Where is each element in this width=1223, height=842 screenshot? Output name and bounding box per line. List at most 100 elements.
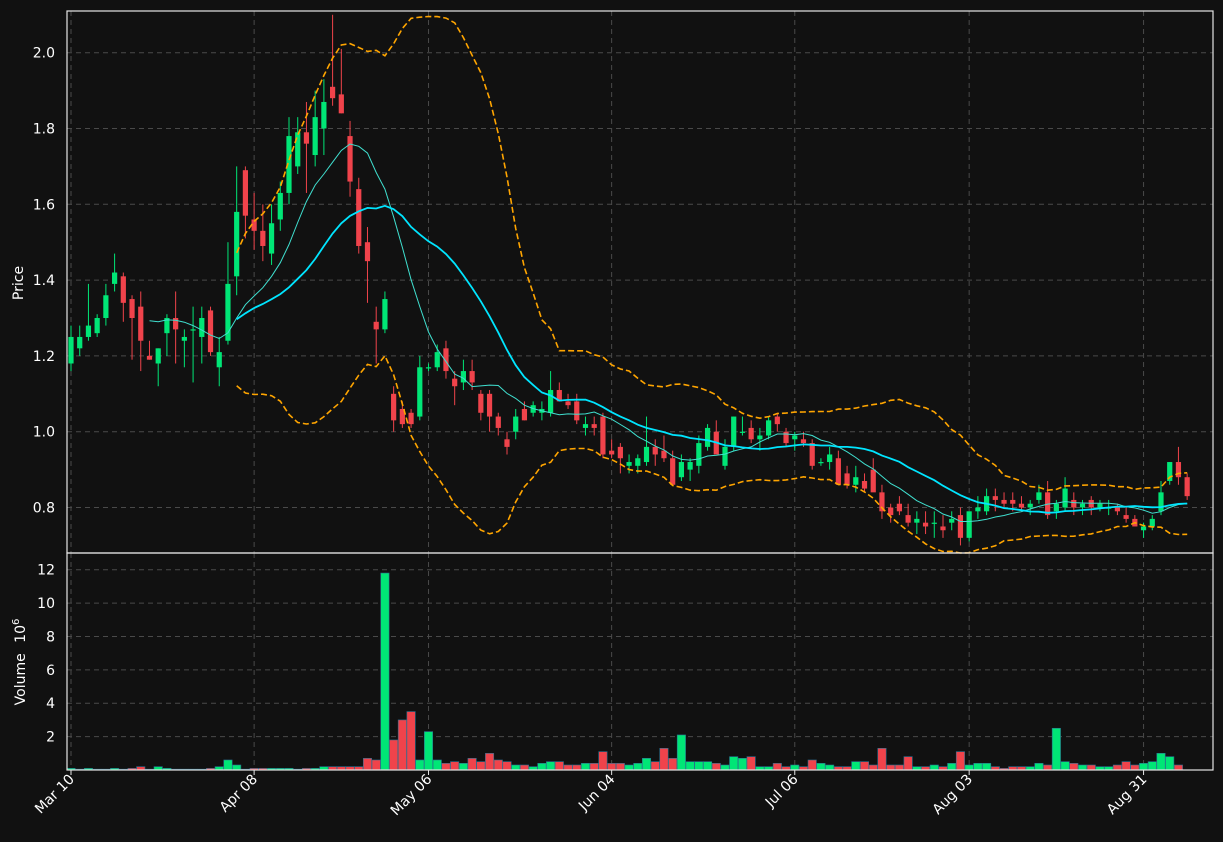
candle-body (1140, 526, 1147, 531)
volume-bar (1139, 763, 1149, 771)
candle-body (774, 416, 780, 425)
candle-body (434, 352, 440, 368)
price-tick-label: 1.2 (33, 349, 55, 365)
price-axis-label: Price (11, 266, 27, 300)
candle-body (1062, 488, 1068, 508)
candle-body (103, 295, 109, 319)
price-tick-label: 1.8 (33, 121, 55, 137)
candle-body (574, 401, 580, 421)
candle-body (504, 439, 510, 447)
candle-body (853, 477, 859, 485)
candle-body (652, 446, 658, 455)
volume-bar (964, 764, 974, 771)
candle-body (565, 401, 571, 406)
candle-body (582, 424, 589, 428)
volume-bar (685, 761, 695, 771)
candle-body (469, 371, 475, 383)
volume-bar (1130, 764, 1140, 771)
volume-bar (580, 763, 590, 771)
volume-bar (642, 758, 652, 771)
candle-body (844, 473, 850, 485)
candle-body (905, 515, 911, 523)
candle-body (739, 431, 746, 433)
volume-bar (729, 756, 739, 771)
volume-bar (624, 764, 634, 771)
candle-body (643, 446, 650, 463)
candle-body (591, 424, 597, 428)
volume-bar (232, 764, 242, 771)
price-tick-label: 1.0 (33, 425, 55, 441)
volume-tick-label: 12 (37, 563, 55, 579)
candle-body (609, 450, 615, 455)
candle-body (521, 408, 528, 421)
candle-body (356, 189, 362, 246)
candle-body (1123, 515, 1129, 519)
candle-body (338, 94, 344, 114)
candle-body (1184, 477, 1190, 497)
candle-body (268, 223, 275, 254)
candle-body (931, 522, 937, 524)
volume-bar (973, 763, 983, 771)
candle-body (94, 318, 100, 334)
candle-body (77, 336, 83, 349)
candle-body (1036, 492, 1042, 500)
candle-body (1010, 499, 1016, 504)
volume-bar (825, 764, 835, 771)
volume-bar (362, 758, 372, 771)
volume-bar (572, 764, 582, 771)
volume-bar (485, 753, 495, 771)
volume-bar (511, 764, 521, 771)
volume-bar (903, 756, 913, 771)
candlestick-chart: 0.81.01.21.41.61.82.024681012Mar 10 Apr 0… (0, 0, 1223, 842)
candle-body (870, 469, 876, 493)
candle-body (670, 458, 676, 485)
candle-body (207, 310, 214, 353)
volume-bar (737, 758, 747, 771)
candle-body (391, 393, 397, 421)
candle-body (330, 86, 336, 99)
candle-body (1071, 499, 1077, 508)
volume-bar (371, 759, 381, 771)
volume-bar (659, 747, 669, 771)
volume-bar (703, 761, 713, 771)
candle-body (766, 420, 772, 436)
candle-body (146, 355, 153, 360)
candle-body (364, 242, 371, 262)
volume-bar (537, 763, 547, 771)
candle-body (190, 329, 196, 331)
candle-body (1053, 503, 1059, 512)
volume-bar (493, 759, 503, 771)
volume-bar (1051, 727, 1061, 771)
volume-bar (415, 759, 425, 771)
candle-body (1001, 499, 1007, 504)
candle-body (478, 393, 484, 413)
candle-body (748, 427, 754, 440)
volume-bar (694, 761, 704, 771)
price-tick-label: 1.6 (33, 197, 55, 213)
candle-body (1158, 492, 1164, 512)
volume-bar (476, 761, 486, 771)
volume-bar (432, 759, 442, 771)
volume-bar (1147, 761, 1157, 771)
candle-body (896, 503, 902, 512)
volume-bar (389, 739, 399, 771)
volume-bar (790, 764, 800, 771)
candle-body (452, 378, 458, 387)
price-tick-label: 2.0 (33, 46, 55, 62)
volume-tick-label: 10 (37, 596, 55, 612)
candle-body (626, 462, 632, 466)
candle-body (966, 511, 972, 538)
candle-body (835, 458, 841, 485)
candle-body (635, 458, 641, 466)
candle-body (495, 416, 501, 428)
price-tick-label: 1.4 (33, 273, 55, 289)
candle-body (242, 170, 248, 216)
volume-bar (676, 734, 686, 771)
candle-body (216, 352, 222, 368)
volume-bar (886, 764, 896, 771)
candle-body (312, 117, 318, 156)
volume-bar (1034, 763, 1044, 771)
volume-bar (424, 731, 434, 771)
volume-bar (650, 761, 660, 771)
candle-body (303, 132, 310, 144)
